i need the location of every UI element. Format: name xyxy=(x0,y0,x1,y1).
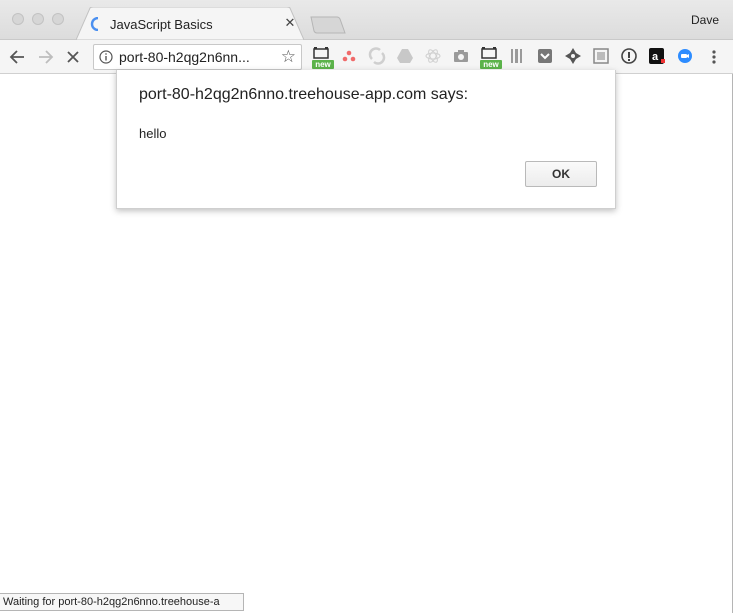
sync-icon[interactable] xyxy=(368,47,386,67)
camera-icon[interactable] xyxy=(452,47,470,67)
window-maximize-button[interactable] xyxy=(52,13,64,25)
asana-icon[interactable] xyxy=(340,47,358,67)
new-badge: new xyxy=(480,60,502,69)
screen-capture-icon[interactable]: new xyxy=(480,47,502,69)
address-bar[interactable]: port-80-h2qg2n6nn... ☆ xyxy=(93,44,302,70)
tab-javascript-basics[interactable]: JavaScript Basics ✕ xyxy=(76,7,304,40)
bookmark-star-icon[interactable]: ☆ xyxy=(281,47,296,67)
zoom-icon[interactable] xyxy=(676,47,694,67)
new-tab-button[interactable] xyxy=(310,16,346,34)
forward-arrow-icon[interactable] xyxy=(35,47,55,67)
window-minimize-button[interactable] xyxy=(32,13,44,25)
site-info-icon[interactable] xyxy=(99,50,113,64)
barcode-icon[interactable] xyxy=(508,47,526,67)
new-badge: new xyxy=(312,60,334,69)
svg-text:a: a xyxy=(652,51,659,63)
browser-toolbar: port-80-h2qg2n6nn... ☆ new new a xyxy=(0,40,733,74)
screen-capture-icon[interactable]: new xyxy=(312,47,334,69)
status-bubble: Waiting for port-80-h2qg2n6nno.treehouse… xyxy=(0,593,244,611)
gear-diamond-icon[interactable] xyxy=(564,47,582,67)
back-arrow-icon[interactable] xyxy=(8,47,28,67)
window-close-button[interactable] xyxy=(12,13,24,25)
ok-button[interactable]: OK xyxy=(525,161,597,187)
frame-icon[interactable] xyxy=(592,47,610,67)
react-devtools-icon[interactable] xyxy=(424,47,442,67)
loading-spinner-icon xyxy=(90,17,99,31)
profile-name[interactable]: Dave xyxy=(691,13,719,27)
amazon-icon[interactable]: a xyxy=(648,47,666,67)
browser-menu-icon[interactable] xyxy=(704,47,724,67)
google-drive-icon[interactable] xyxy=(396,47,414,67)
url-text[interactable]: port-80-h2qg2n6nn... xyxy=(119,49,250,65)
stop-loading-icon[interactable] xyxy=(63,47,83,67)
alert-dialog: port-80-h2qg2n6nno.treehouse-app.com say… xyxy=(116,70,616,209)
dialog-title: port-80-h2qg2n6nno.treehouse-app.com say… xyxy=(139,86,469,103)
dialog-message: hello xyxy=(139,126,167,141)
pocket-icon[interactable] xyxy=(536,47,554,67)
browser-window: JavaScript Basics ✕ Dave port-80-h2qg2n6… xyxy=(0,0,733,613)
tab-strip: JavaScript Basics ✕ Dave xyxy=(0,0,733,40)
info-circle-icon[interactable] xyxy=(620,47,638,67)
tab-title: JavaScript Basics xyxy=(110,17,213,32)
tab-close-icon[interactable]: ✕ xyxy=(283,16,297,30)
